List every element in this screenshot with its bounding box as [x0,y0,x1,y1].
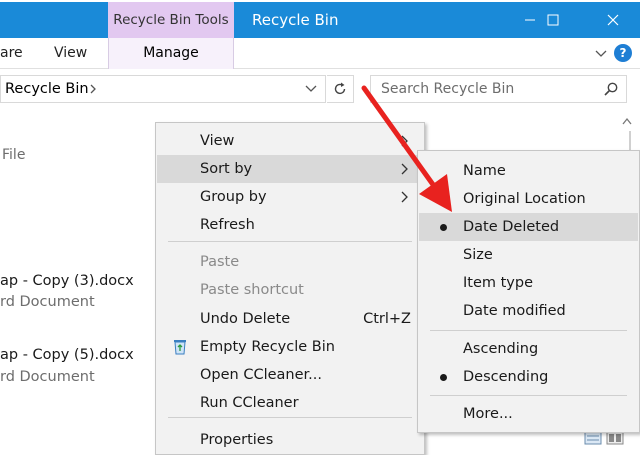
address-bar: Recycle Bin Search Recycle Bin [0,69,640,111]
chevron-right-icon[interactable] [89,83,97,95]
menu-item-label: Date modified [463,303,566,319]
scroll-up-arrow-icon[interactable] [622,117,632,125]
sort-option-date-deleted[interactable]: Date Deleted [419,213,638,241]
menu-item-paste-shortcut[interactable]: Paste shortcut [157,276,423,304]
close-icon [607,14,619,26]
menu-item-label: Open CCleaner... [200,367,322,383]
maximize-button[interactable] [530,2,576,38]
menu-item-label: Item type [463,275,534,291]
refresh-icon [334,82,346,95]
column-header-file[interactable]: File [2,147,25,163]
search-icon [604,82,618,96]
close-button[interactable] [590,2,636,38]
context-menu: View Sort by Group by Refresh Paste Paste sho… [155,122,425,455]
address-field[interactable]: Recycle Bin [0,75,326,103]
menu-item-group-by[interactable]: Group by [157,183,423,211]
menu-item-label: Empty Recycle Bin [200,339,335,355]
menu-separator [168,241,412,242]
menu-item-refresh[interactable]: Refresh [157,211,423,239]
shortcut-label: Ctrl+Z [363,311,411,327]
sort-by-submenu: Name Original Location Date Deleted Size Ite… [417,150,640,433]
refresh-button[interactable] [327,75,354,103]
menu-item-view[interactable]: View [157,127,423,155]
sort-option-name[interactable]: Name [419,157,638,185]
ribbon-tab-view[interactable]: View [54,38,87,69]
menu-item-label: Group by [200,189,267,205]
menu-separator [430,330,627,331]
menu-item-label: Size [463,247,493,263]
menu-item-label: Paste [200,254,240,270]
chevron-right-icon [401,191,408,203]
menu-item-open-ccleaner[interactable]: Open CCleaner... [157,361,423,389]
menu-separator [168,417,412,418]
maximize-icon [547,14,559,26]
menu-item-label: Undo Delete [200,311,291,327]
ribbon-tab-manage[interactable]: Manage [108,38,234,69]
search-input[interactable]: Search Recycle Bin [370,75,627,103]
file-name[interactable]: ap - Copy (3).docx [0,273,134,289]
menu-item-label: Refresh [200,217,255,233]
menu-separator [430,395,627,396]
radio-bullet-icon [440,224,447,231]
title-bar: Recycle Bin Tools Recycle Bin [0,2,640,38]
help-button[interactable]: ? [614,44,632,62]
menu-item-properties[interactable]: Properties [157,426,423,454]
sort-option-date-modified[interactable]: Date modified [419,297,638,325]
details-view-icon[interactable] [584,431,602,445]
view-toggle [584,431,624,445]
sort-option-more[interactable]: More... [419,400,638,428]
menu-item-sort-by[interactable]: Sort by [157,155,423,183]
file-name[interactable]: ap - Copy (5).docx [0,347,134,363]
dropdown-arrow-icon[interactable] [305,85,317,93]
menu-item-label: Name [463,163,506,179]
menu-item-label: Date Deleted [463,219,560,235]
menu-item-run-ccleaner[interactable]: Run CCleaner [157,389,423,417]
menu-item-label: Ascending [463,341,539,357]
sort-option-original-location[interactable]: Original Location [419,185,638,213]
sort-option-item-type[interactable]: Item type [419,269,638,297]
large-icons-view-icon[interactable] [606,431,624,445]
recycle-bin-icon [174,340,186,355]
menu-item-paste[interactable]: Paste [157,248,423,276]
ribbon-tab-share[interactable]: are [0,38,23,69]
menu-item-label: Sort by [200,161,253,177]
menu-item-label: Paste shortcut [200,282,304,298]
ribbon-expand-button[interactable] [592,38,610,69]
menu-item-empty-recycle-bin[interactable]: Empty Recycle Bin [157,333,423,361]
menu-item-undo-delete[interactable]: Undo Delete Ctrl+Z [157,305,423,333]
search-placeholder: Search Recycle Bin [381,81,515,97]
menu-item-label: Original Location [463,191,586,207]
sort-option-size[interactable]: Size [419,241,638,269]
breadcrumb[interactable]: Recycle Bin [5,76,89,102]
menu-item-label: Run CCleaner [200,395,299,411]
chevron-down-icon [595,50,607,57]
ribbon: are View Manage ? [0,38,640,69]
sort-option-descending[interactable]: Descending [419,363,638,391]
sort-option-ascending[interactable]: Ascending [419,335,638,363]
contextual-tab-recycle-bin-tools[interactable]: Recycle Bin Tools [108,2,234,38]
file-type: rd Document [0,294,95,310]
menu-item-label: More... [463,406,513,422]
radio-bullet-icon [440,374,447,381]
menu-item-label: Descending [463,369,549,385]
chevron-right-icon [401,135,408,147]
menu-item-label: View [200,133,235,149]
chevron-right-icon [401,163,408,175]
menu-item-label: Properties [200,432,274,448]
window-title: Recycle Bin [252,11,339,29]
file-type: rd Document [0,369,95,385]
